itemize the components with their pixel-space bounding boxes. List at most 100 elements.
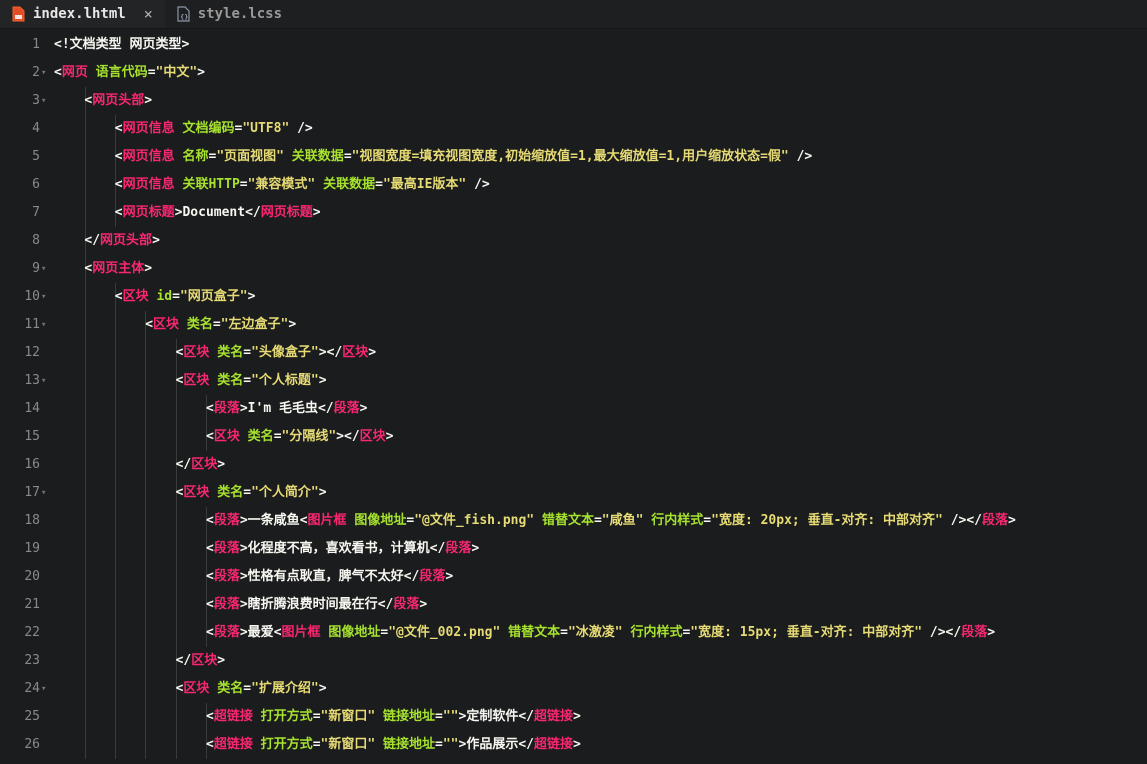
tag-token: 超链接 xyxy=(534,737,574,752)
tab-style-lcss[interactable]: {} style.lcss xyxy=(165,0,294,28)
string-token: "左边盒子" xyxy=(220,317,289,332)
code-line[interactable]: 12 <区块 类名="头像盒子"></区块> xyxy=(0,339,1147,367)
code-line[interactable]: 2 ▾ <网页 语言代码="中文"> xyxy=(0,59,1147,87)
punctuation-token: </ xyxy=(518,737,534,752)
punctuation-token: < xyxy=(114,205,123,220)
code-line[interactable]: 17 ▾ <区块 类名="个人简介"> xyxy=(0,479,1147,507)
code-line[interactable]: 14 <段落>I'm 毛毛虫</段落> xyxy=(0,395,1147,423)
attribute-token: 错替文本 xyxy=(541,513,594,528)
string-token: "个人标题" xyxy=(251,373,319,388)
fold-chevron-icon[interactable]: ▾ xyxy=(41,87,46,115)
tab-index-lhtml[interactable]: index.lhtml × xyxy=(0,0,165,28)
punctuation-token: > xyxy=(239,401,248,416)
indent-guide xyxy=(115,675,116,703)
code-text: <超链接 打开方式="新窗口" 链接地址="">作品展示</超链接> xyxy=(206,731,581,759)
tag-token: 段落 xyxy=(419,569,446,584)
indent-guide xyxy=(176,395,177,423)
string-token: "新窗口" xyxy=(320,709,376,724)
string-token: "页面视图" xyxy=(216,149,284,164)
code-line[interactable]: 21 <段落>瞎折腾浪费时间最在行</段落> xyxy=(0,591,1147,619)
code-line[interactable]: 4 <网页信息 文档编码="UTF8" /> xyxy=(0,115,1147,143)
code-text: <网页信息 关联HTTP="兼容模式" 关联数据="最高IE版本" /> xyxy=(115,171,490,199)
string-token: "冰激凌" xyxy=(567,625,623,640)
indent-guide xyxy=(176,731,177,759)
code-editor[interactable]: 1 <!文档类型 网页类型> 2 ▾ <网页 语言代码="中文"> 3 ▾ <网页头部> 4 <网… xyxy=(0,29,1147,759)
code-line[interactable]: 16 </区块> xyxy=(0,451,1147,479)
indent-guide xyxy=(145,563,146,591)
code-line[interactable]: 11 ▾ <区块 类名="左边盒子"> xyxy=(0,311,1147,339)
code-line[interactable]: 25 <超链接 打开方式="新窗口" 链接地址="">定制软件</超链接> xyxy=(0,703,1147,731)
indent-guide xyxy=(145,423,146,451)
punctuation-token: < xyxy=(273,625,282,640)
line-number: 25 xyxy=(24,709,40,724)
tag-token: 段落 xyxy=(961,625,988,640)
text-token: 性格有点耿直，脾气不太好 xyxy=(247,569,404,584)
fold-chevron-icon[interactable]: ▾ xyxy=(41,311,46,339)
code-line[interactable]: 10 ▾ <区块 id="网页盒子"> xyxy=(0,283,1147,311)
punctuation-token: > xyxy=(152,233,160,248)
punctuation-token: > xyxy=(359,401,368,416)
tab-label: style.lcss xyxy=(197,6,283,22)
text-token: 最爱 xyxy=(247,625,274,640)
punctuation-token: < xyxy=(54,65,62,80)
fold-chevron-icon[interactable]: ▾ xyxy=(41,255,46,283)
punctuation-token: > xyxy=(1008,513,1016,528)
punctuation-token: < xyxy=(299,513,308,528)
tag-token: 区块 xyxy=(183,345,210,360)
code-line[interactable]: 6 <网页信息 关联HTTP="兼容模式" 关联数据="最高IE版本" /> xyxy=(0,171,1147,199)
code-line[interactable]: 3 ▾ <网页头部> xyxy=(0,87,1147,115)
code-line[interactable]: 20 <段落>性格有点耿直，脾气不太好</段落> xyxy=(0,563,1147,591)
fold-chevron-icon[interactable]: ▾ xyxy=(41,367,46,395)
string-token: "扩展介绍" xyxy=(251,681,319,696)
tag-token: 图片框 xyxy=(281,625,321,640)
indent-guide xyxy=(85,199,86,227)
punctuation-token: > xyxy=(288,317,297,332)
code-line[interactable]: 26 <超链接 打开方式="新窗口" 链接地址="">作品展示</超链接> xyxy=(0,731,1147,759)
punctuation-token: < xyxy=(114,121,123,136)
string-token: "最高IE版本" xyxy=(382,177,467,192)
punctuation-token: > xyxy=(573,709,581,724)
code-line[interactable]: 13 ▾ <区块 类名="个人标题"> xyxy=(0,367,1147,395)
code-line[interactable]: 23 </区块> xyxy=(0,647,1147,675)
indent-guide xyxy=(115,563,116,591)
fold-chevron-icon[interactable]: ▾ xyxy=(41,283,46,311)
code-line[interactable]: 9 ▾ <网页主体> xyxy=(0,255,1147,283)
fold-chevron-icon[interactable]: ▾ xyxy=(41,675,46,703)
tag-token: 段落 xyxy=(213,569,240,584)
punctuation-token: > xyxy=(471,541,480,556)
indent-guide xyxy=(85,311,86,339)
tag-token: 超链接 xyxy=(213,709,253,724)
fold-chevron-icon[interactable]: ▾ xyxy=(41,479,46,507)
indent-guide xyxy=(145,591,146,619)
code-line[interactable]: 8 </网页头部> xyxy=(0,227,1147,255)
code-line[interactable]: 24 ▾ <区块 类名="扩展介绍"> xyxy=(0,675,1147,703)
fold-chevron-icon[interactable]: ▾ xyxy=(41,59,46,87)
code-line[interactable]: 22 <段落>最爱<图片框 图像地址="@文件_002.png" 错替文本="冰激… xyxy=(0,619,1147,647)
code-line[interactable]: 19 <段落>化程度不高，喜欢看书，计算机</段落> xyxy=(0,535,1147,563)
code-line[interactable]: 18 <段落>一条咸鱼<图片框 图像地址="@文件_fish.png" 错替文本=… xyxy=(0,507,1147,535)
punctuation-token: > xyxy=(239,569,248,584)
line-number: 16 xyxy=(24,457,40,472)
indent-guide xyxy=(85,143,86,171)
punctuation-token: > xyxy=(217,457,226,472)
code-line[interactable]: 1 <!文档类型 网页类型> xyxy=(0,31,1147,59)
indent-guide xyxy=(85,731,86,759)
code-line[interactable]: 15 <区块 类名="分隔线"></区块> xyxy=(0,423,1147,451)
tag-token: 区块 xyxy=(183,373,210,388)
attribute-token: 行内样式 xyxy=(651,513,704,528)
tag-token: 网页主体 xyxy=(92,261,145,276)
code-line[interactable]: 7 <网页标题>Document</网页标题> xyxy=(0,199,1147,227)
line-number: 13 xyxy=(24,373,40,388)
punctuation-token: > xyxy=(318,485,327,500)
punctuation-token: > xyxy=(197,65,205,80)
punctuation-token: = xyxy=(593,513,602,528)
css-file-icon: {} xyxy=(177,6,190,22)
line-number: 2 xyxy=(32,65,40,80)
code-line[interactable]: 5 <网页信息 名称="页面视图" 关联数据="视图宽度=填充视图宽度,初始缩放值… xyxy=(0,143,1147,171)
code-text: <段落>性格有点耿直，脾气不太好</段落> xyxy=(206,563,453,591)
close-icon[interactable]: × xyxy=(144,5,153,23)
